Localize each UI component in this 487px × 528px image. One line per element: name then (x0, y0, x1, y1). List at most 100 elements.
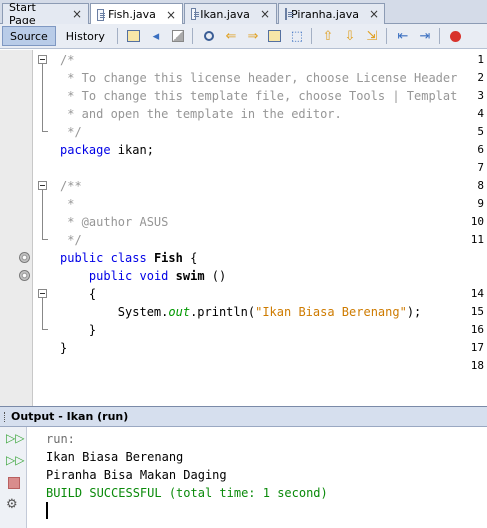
tab-fish-java[interactable]: Fish.java × (90, 3, 183, 25)
previous-bookmark-icon[interactable]: ⇧ (318, 26, 338, 46)
history-button[interactable]: History (58, 26, 113, 46)
close-icon[interactable]: × (72, 7, 82, 21)
code-line[interactable]: 18 (0, 357, 487, 375)
code-text: public void swim () (60, 267, 226, 285)
code-text: */ (60, 233, 82, 247)
line-number[interactable]: 1 (454, 51, 484, 69)
back-icon[interactable]: ◂ (146, 26, 166, 46)
source-button[interactable]: Source (2, 26, 56, 46)
line-number[interactable]: 7 (454, 159, 484, 177)
code-text: * To change this license header, choose … (60, 71, 458, 85)
toolbar-separator (191, 28, 193, 44)
toolbar-separator (385, 28, 387, 44)
code-text: */ (60, 125, 82, 139)
toggle-bookmark-icon[interactable]: ⇲ (362, 26, 382, 46)
line-number[interactable]: 17 (454, 339, 484, 357)
close-icon[interactable]: × (260, 7, 270, 21)
code-line[interactable]: 10 * @author ASUS (0, 213, 487, 231)
code-token: Fish (153, 251, 183, 265)
override-marker-icon[interactable] (19, 270, 30, 281)
line-number[interactable]: 15 (454, 303, 484, 321)
code-line[interactable]: 1 /* (0, 51, 487, 69)
code-text: /* (60, 53, 75, 67)
code-line[interactable]: 14 { (0, 285, 487, 303)
output-title: Output - Ikan (run) (11, 410, 129, 423)
find-previous-icon[interactable]: ⇐ (221, 26, 241, 46)
line-number[interactable]: 6 (454, 141, 484, 159)
line-number[interactable]: 3 (454, 87, 484, 105)
code-text: { (60, 287, 97, 301)
code-line[interactable]: 5 */ (0, 123, 487, 141)
fold-end-marker (42, 123, 48, 132)
line-number[interactable]: 14 (454, 285, 484, 303)
code-line[interactable]: 3 * To change this template file, choose… (0, 87, 487, 105)
start-macro-icon[interactable] (446, 26, 466, 46)
line-number[interactable]: 2 (454, 69, 484, 87)
code-line[interactable]: 7 (0, 159, 487, 177)
toggle-highlight-icon[interactable] (265, 26, 285, 46)
rerun-icon[interactable]: ▷▷ (6, 431, 24, 446)
fold-collapse-icon[interactable] (38, 289, 47, 298)
code-token: () (204, 269, 227, 283)
code-line[interactable]: public void swim () (0, 267, 487, 285)
output-console[interactable]: run: Ikan Biasa Berenang Piranha Bisa Ma… (28, 427, 487, 528)
find-next-icon[interactable]: ⇒ (243, 26, 263, 46)
code-token: "Ikan Biasa Berenang" (255, 305, 407, 319)
code-line[interactable]: 17} (0, 339, 487, 357)
fold-end-marker (42, 231, 48, 240)
code-text: } (60, 323, 97, 337)
line-number[interactable]: 18 (454, 357, 484, 375)
code-line[interactable]: 2 * To change this license header, choos… (0, 69, 487, 87)
close-icon[interactable]: × (369, 7, 379, 21)
fold-collapse-icon[interactable] (38, 181, 47, 190)
shift-left-icon[interactable]: ⇤ (393, 26, 413, 46)
code-token: swim (175, 269, 205, 283)
code-line[interactable]: 15 System.out.println("Ikan Biasa Berena… (0, 303, 487, 321)
shift-right-icon[interactable]: ⇥ (415, 26, 435, 46)
line-number[interactable]: 16 (454, 321, 484, 339)
line-number[interactable]: 10 (454, 213, 484, 231)
line-number[interactable]: 5 (454, 123, 484, 141)
code-line[interactable]: 8 /** (0, 177, 487, 195)
tab-start-page[interactable]: Start Page × (2, 1, 89, 27)
tab-piranha-java[interactable]: Piranha.java × (278, 3, 385, 24)
code-text: /** (60, 179, 82, 193)
fold-collapse-icon[interactable] (38, 55, 47, 64)
code-line[interactable]: 11 */ (0, 231, 487, 249)
toggle-rectangular-icon[interactable]: ⬚ (287, 26, 307, 46)
code-editor[interactable]: 1 /* 2 * To change this license header, ch… (0, 50, 487, 406)
line-number[interactable]: 8 (454, 177, 484, 195)
code-text: } (60, 341, 68, 355)
code-text: System.out.println("Ikan Biasa Berenang"… (60, 303, 421, 321)
line-number[interactable]: 4 (454, 105, 484, 123)
code-line[interactable]: 6 package ikan; (0, 141, 487, 159)
code-line[interactable]: public class Fish { (0, 249, 487, 267)
code-token: ); (406, 305, 422, 319)
java-file-icon (285, 8, 293, 20)
code-token: public (88, 269, 133, 283)
drag-grip-icon[interactable] (4, 411, 7, 422)
settings-icon[interactable]: ⚙ (6, 497, 21, 512)
forward-icon[interactable] (168, 26, 188, 46)
rerun-with-options-icon[interactable]: ▷▷ (6, 453, 24, 468)
java-file-icon (97, 8, 106, 21)
next-bookmark-icon[interactable]: ⇩ (340, 26, 360, 46)
tab-ikan-java[interactable]: Ikan.java × (184, 3, 277, 24)
code-line[interactable]: 9 * (0, 195, 487, 213)
output-panel-header[interactable]: Output - Ikan (run) (0, 406, 487, 427)
last-edit-icon[interactable] (124, 26, 144, 46)
override-marker-icon[interactable] (19, 252, 30, 263)
output-line: Piranha Bisa Makan Daging (46, 468, 227, 482)
find-icon[interactable] (199, 26, 219, 46)
code-token: package (60, 143, 111, 157)
line-number[interactable]: 9 (454, 195, 484, 213)
stop-icon[interactable] (6, 475, 21, 490)
line-number[interactable]: 11 (454, 231, 484, 249)
close-icon[interactable]: × (166, 8, 176, 22)
code-line[interactable]: 16 } (0, 321, 487, 339)
code-line[interactable]: 4 * and open the template in the editor. (0, 105, 487, 123)
